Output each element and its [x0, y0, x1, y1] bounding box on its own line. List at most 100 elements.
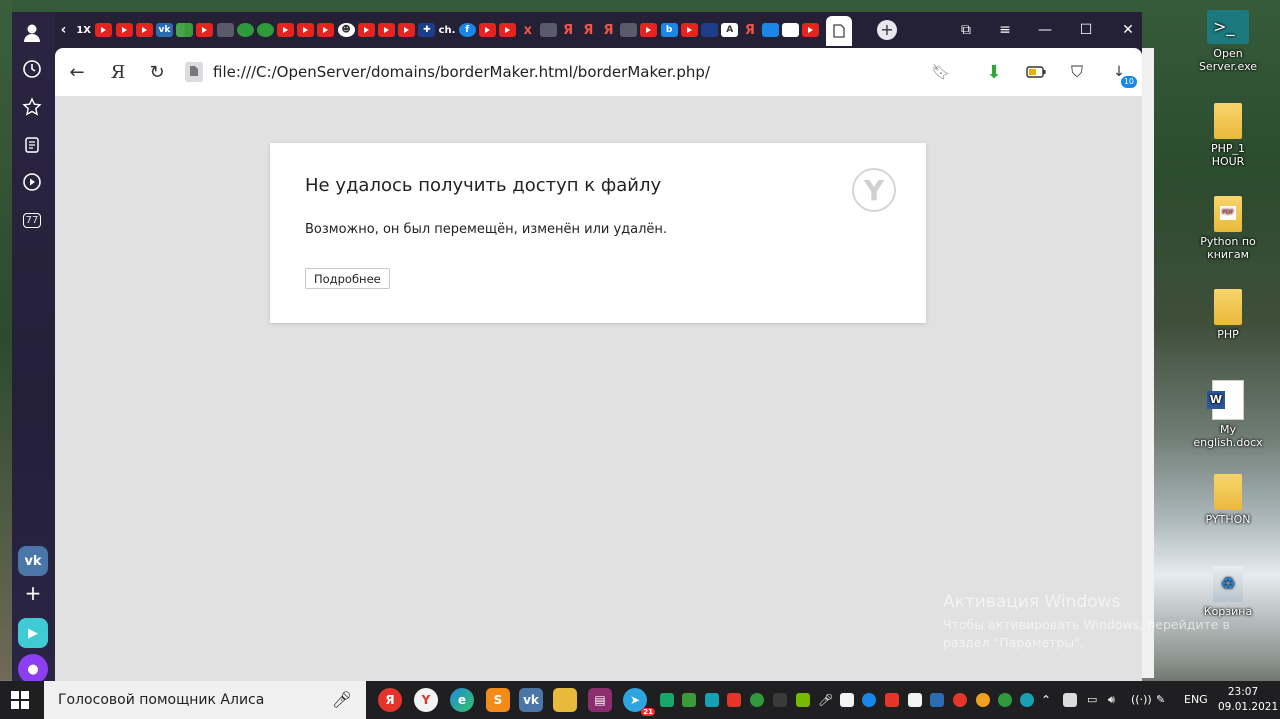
- tab-youtube[interactable]: [115, 23, 133, 37]
- tab-green[interactable]: [236, 23, 254, 37]
- collections-icon[interactable]: [21, 134, 43, 156]
- bookmark-icon[interactable]: 🔖︎: [929, 60, 953, 84]
- windows-start-icon[interactable]: [10, 690, 30, 710]
- alice-search-box[interactable]: Голосовой помощник Алиса 🎤︎: [44, 681, 366, 719]
- tabs-overview-icon[interactable]: ⧉: [953, 18, 979, 42]
- tab-blue[interactable]: [701, 23, 718, 37]
- desktop-icon-php[interactable]: PHP: [1193, 289, 1263, 341]
- tray-chevron-icon[interactable]: ⌃: [1041, 693, 1055, 707]
- desktop-icon-recycle-bin[interactable]: ♻ Корзина: [1193, 566, 1263, 618]
- tray-white-icon[interactable]: [840, 693, 854, 707]
- language-indicator[interactable]: ENG: [1184, 693, 1208, 706]
- battery-icon[interactable]: ▭: [1087, 693, 1101, 707]
- tray-screen-icon[interactable]: [908, 693, 922, 707]
- minimize-button[interactable]: —: [1032, 18, 1058, 42]
- nvidia-icon[interactable]: [796, 693, 810, 707]
- tab-cloud[interactable]: [761, 23, 779, 37]
- tab-youtube[interactable]: [801, 23, 819, 37]
- desktop-icon-my-english[interactable]: W My english.docx: [1193, 380, 1263, 449]
- tray-blue-icon[interactable]: [862, 693, 876, 707]
- pen-icon[interactable]: ✎: [1156, 693, 1170, 707]
- yandex-browser-app-icon[interactable]: Y: [414, 688, 438, 712]
- messenger-app-icon[interactable]: ▶: [18, 618, 48, 648]
- tab-youtube[interactable]: [135, 23, 153, 37]
- tab-facebook[interactable]: f: [458, 23, 476, 37]
- tray-navy-icon[interactable]: [930, 693, 944, 707]
- tray-play-icon[interactable]: [998, 693, 1012, 707]
- desktop-icon-open-server[interactable]: >_ Open Server.exe: [1193, 10, 1263, 73]
- battery-saver-icon[interactable]: [1024, 60, 1048, 84]
- tab-ch[interactable]: ch.: [439, 23, 456, 37]
- tab-vk[interactable]: vk: [155, 23, 173, 37]
- yandex-app-icon[interactable]: Я: [378, 688, 402, 712]
- tab-a[interactable]: A: [721, 23, 739, 37]
- tab-uk-flag[interactable]: ✚: [418, 23, 436, 37]
- tab-face[interactable]: ☻: [337, 23, 355, 37]
- close-button[interactable]: ✕: [1115, 18, 1141, 42]
- telegram-app-icon[interactable]: ➤ 21: [623, 688, 655, 716]
- details-button[interactable]: Подробнее: [305, 268, 390, 289]
- tab-python[interactable]: [539, 23, 557, 37]
- wifi-icon[interactable]: ((·)): [1131, 693, 1152, 707]
- alice-assistant-icon[interactable]: ●: [18, 654, 48, 684]
- profile-icon[interactable]: [21, 22, 43, 44]
- downloads-icon[interactable]: ↓ 10: [1107, 60, 1137, 88]
- tab-youtube[interactable]: [317, 23, 335, 37]
- yandex-home-button[interactable]: Я: [106, 60, 130, 84]
- address-bar[interactable]: file:///C:/OpenServer/domains/borderMake…: [185, 60, 710, 84]
- tray-mic-icon[interactable]: 🎤︎: [818, 693, 833, 707]
- file-explorer-icon[interactable]: [553, 688, 577, 712]
- tab-yandex[interactable]: Я: [600, 23, 617, 38]
- system-clock[interactable]: 23:07 09.01.2021: [1218, 685, 1278, 715]
- history-icon[interactable]: [21, 58, 43, 80]
- keyboard-icon[interactable]: [1063, 693, 1077, 707]
- tab-youtube[interactable]: [640, 23, 658, 37]
- microphone-icon[interactable]: 🎤︎: [332, 690, 352, 709]
- tray-dark-icon[interactable]: [773, 693, 787, 707]
- tab-yandex[interactable]: Я: [560, 23, 577, 38]
- tab-youtube[interactable]: [277, 23, 295, 37]
- tab-b[interactable]: b: [660, 23, 678, 37]
- tab-youtube[interactable]: [680, 23, 698, 37]
- tab-youtube[interactable]: [357, 23, 375, 37]
- tray-green-icon[interactable]: [750, 693, 764, 707]
- counter-icon[interactable]: 77: [21, 209, 43, 231]
- new-tab-button[interactable]: +: [877, 20, 897, 40]
- tray-teal-icon[interactable]: [1020, 693, 1034, 707]
- tab-youtube[interactable]: [499, 23, 517, 37]
- tab-youtube[interactable]: [297, 23, 315, 37]
- add-sidebar-app-icon[interactable]: +: [18, 578, 48, 608]
- tab-1x[interactable]: 1X: [75, 23, 92, 37]
- tab-yandex[interactable]: Я: [741, 23, 758, 38]
- tray-red-icon[interactable]: [885, 693, 899, 707]
- tab-youtube[interactable]: [196, 23, 214, 37]
- tabs-back-chevron-icon[interactable]: ‹: [55, 22, 72, 38]
- volume-icon[interactable]: 🔊︎: [1108, 693, 1122, 707]
- video-play-icon[interactable]: [21, 171, 43, 193]
- tab-windows[interactable]: [176, 23, 194, 37]
- tab-window[interactable]: [216, 23, 234, 37]
- reload-button[interactable]: ↻: [145, 60, 169, 84]
- tray-shield-icon[interactable]: [660, 693, 674, 707]
- winrar-app-icon[interactable]: ▤: [588, 688, 612, 712]
- desktop-icon-python-books[interactable]: PDF Python по книгам: [1193, 196, 1263, 261]
- desktop-icon-php-1-hour[interactable]: PHP_1 HOUR: [1193, 103, 1263, 168]
- extension-icon[interactable]: ⛉: [1065, 60, 1089, 84]
- tray-flag-icon[interactable]: [682, 693, 696, 707]
- url-text[interactable]: file:///C:/OpenServer/domains/borderMake…: [213, 63, 710, 81]
- tab-youtube[interactable]: [378, 23, 395, 37]
- tab-yandex[interactable]: Я: [580, 23, 597, 38]
- tray-app-icon[interactable]: [705, 693, 719, 707]
- tray-opera-icon[interactable]: [953, 693, 967, 707]
- menu-icon[interactable]: ≡: [992, 18, 1018, 42]
- tab-document[interactable]: [781, 23, 799, 37]
- maximize-button[interactable]: ☐: [1073, 18, 1099, 42]
- download-extension-icon[interactable]: ⬇: [982, 60, 1006, 84]
- tab-youtube[interactable]: [95, 23, 113, 37]
- tray-orange-icon[interactable]: [976, 693, 990, 707]
- desktop-icon-python[interactable]: PYTHON: [1193, 474, 1263, 526]
- back-button[interactable]: ←: [65, 60, 89, 84]
- edge-app-icon[interactable]: e: [450, 688, 474, 712]
- tab-youtube[interactable]: [478, 23, 496, 37]
- sublime-app-icon[interactable]: S: [486, 688, 510, 712]
